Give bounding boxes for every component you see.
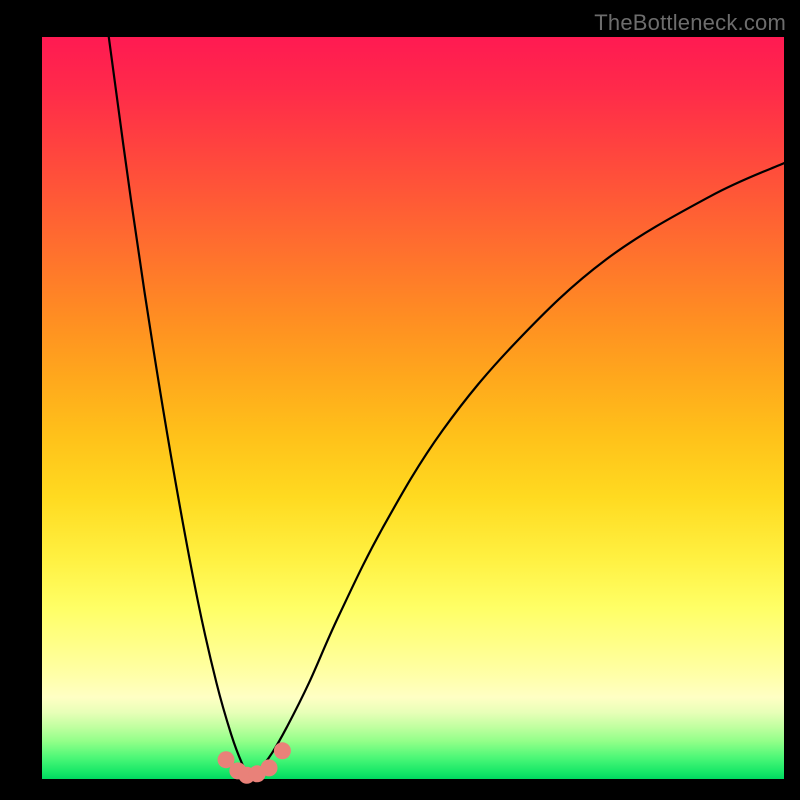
marker-point [261, 759, 278, 776]
watermark-label: TheBottleneck.com [594, 10, 786, 36]
curve-right-branch [252, 163, 784, 777]
bottleneck-curve [109, 37, 784, 777]
marker-point [274, 742, 291, 759]
chart-frame: TheBottleneck.com [0, 0, 800, 800]
marker-cluster [218, 742, 291, 783]
plot-area [42, 37, 784, 779]
curve-layer [42, 37, 784, 779]
curve-left-branch [109, 37, 252, 777]
